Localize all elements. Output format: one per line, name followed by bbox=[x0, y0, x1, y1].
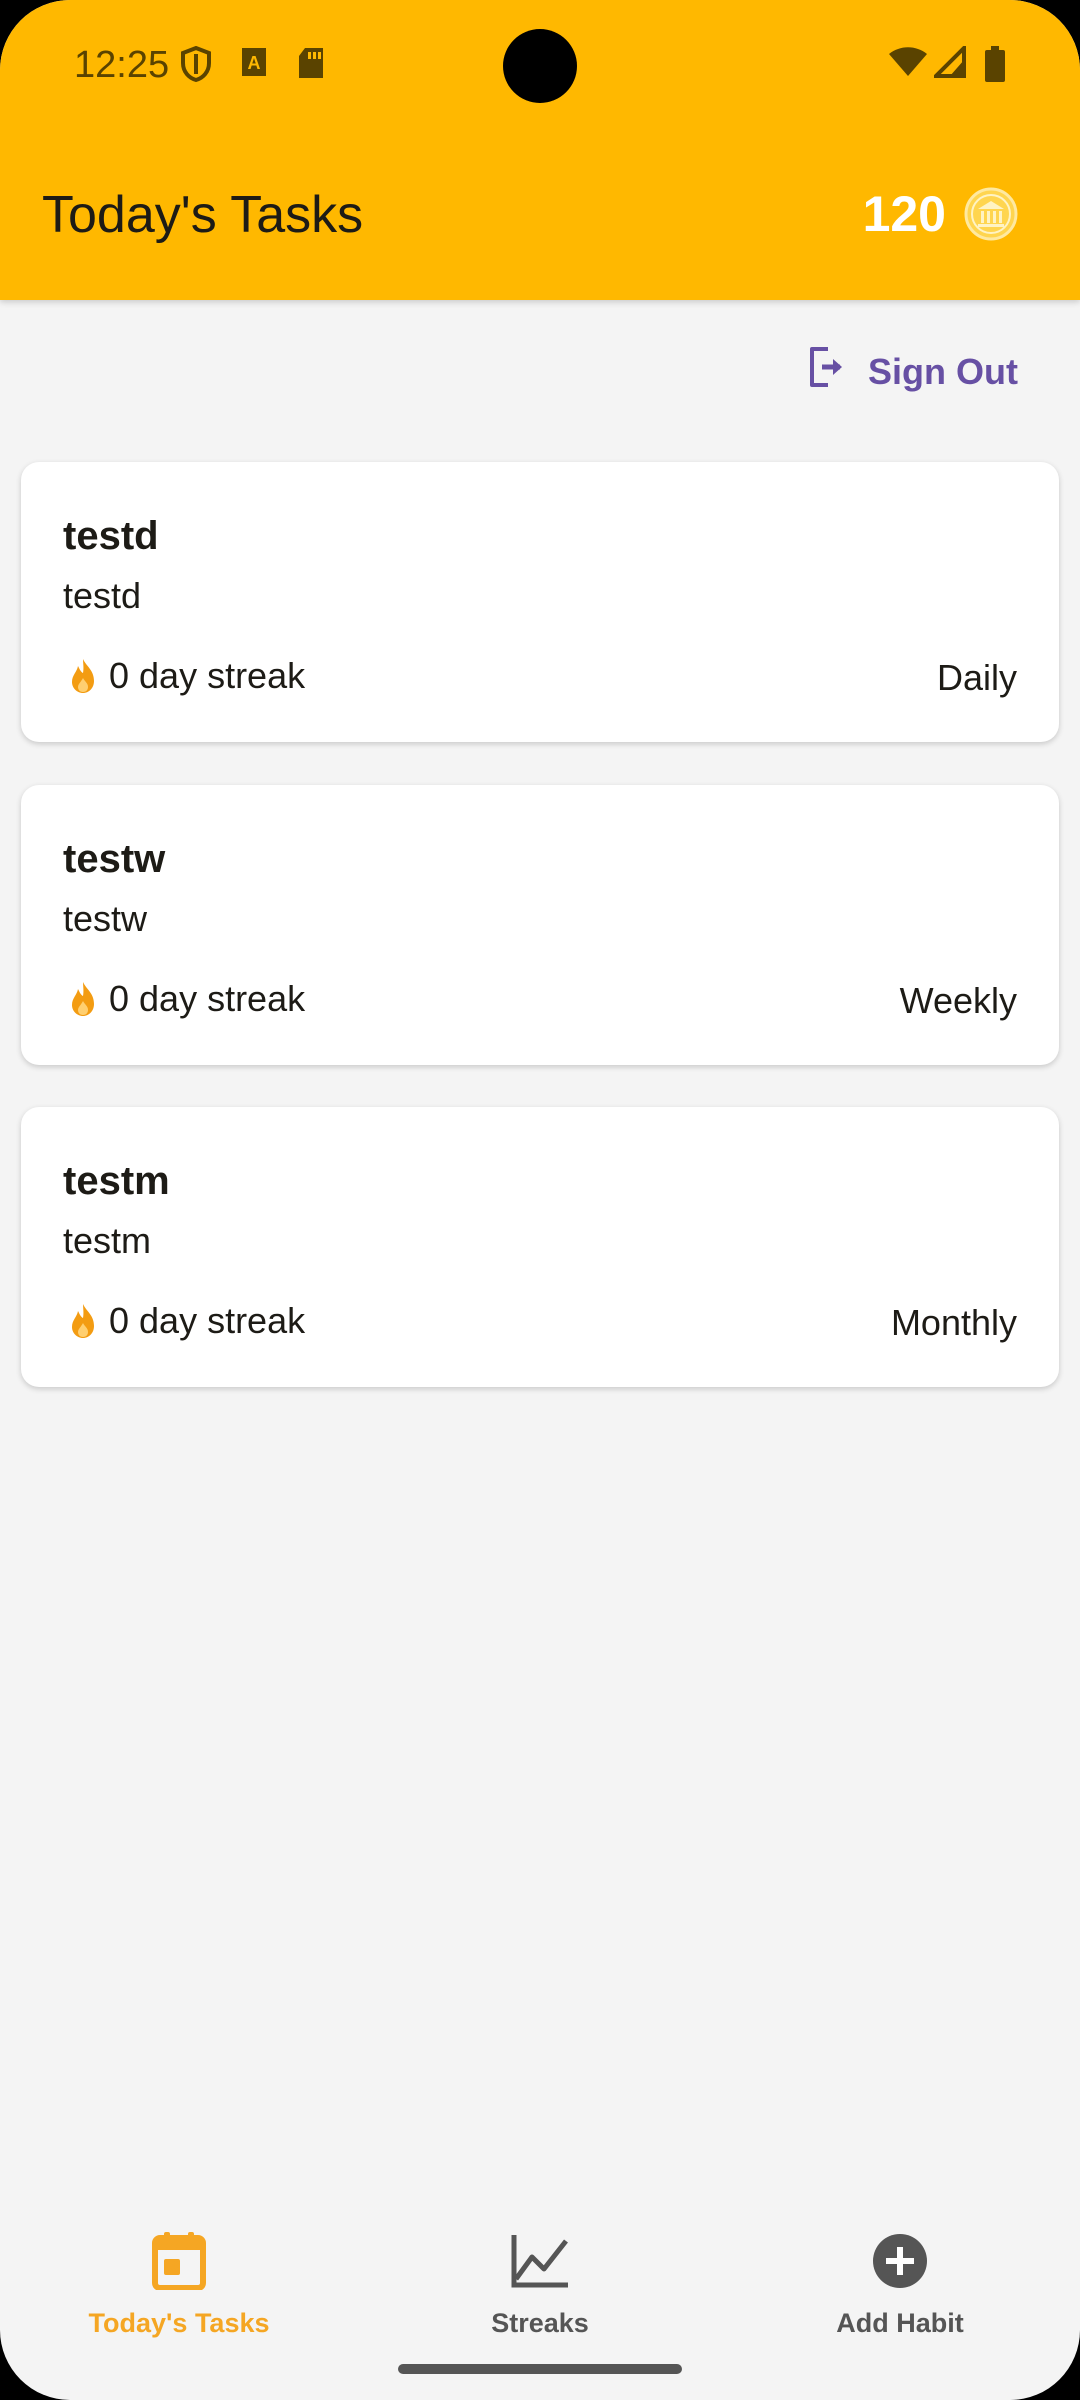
shield-icon bbox=[180, 45, 212, 87]
sign-out-button[interactable]: Sign Out bbox=[806, 345, 1018, 398]
coin-bank-icon bbox=[964, 187, 1018, 241]
calendar-icon bbox=[29, 2228, 329, 2294]
sd-card-icon bbox=[297, 46, 325, 85]
task-frequency: Weekly bbox=[899, 980, 1017, 1021]
camera-cutout bbox=[503, 29, 577, 103]
svg-text:A: A bbox=[248, 53, 261, 73]
streak-text: 0 day streak bbox=[109, 1300, 306, 1341]
status-time: 12:25 bbox=[74, 44, 170, 86]
coin-count: 120 bbox=[862, 186, 946, 242]
battery-icon bbox=[984, 46, 1006, 87]
logout-icon bbox=[806, 345, 868, 398]
nav-label: Add Habit bbox=[836, 2308, 964, 2338]
home-indicator[interactable] bbox=[398, 2364, 682, 2374]
page-title: Today's Tasks bbox=[42, 186, 364, 244]
task-streak: 0 day streak bbox=[63, 978, 305, 1020]
task-card[interactable]: testm testm 0 day streak Monthly bbox=[21, 1107, 1059, 1387]
task-title: testd bbox=[63, 514, 159, 558]
nav-label: Today's Tasks bbox=[88, 2308, 270, 2338]
task-card[interactable]: testd testd 0 day streak Daily bbox=[21, 462, 1059, 742]
coin-balance: 120 bbox=[863, 185, 1018, 243]
streak-text: 0 day streak bbox=[109, 978, 306, 1019]
task-description: testw bbox=[63, 898, 148, 939]
nav-streaks[interactable]: Streaks bbox=[390, 2228, 690, 2339]
task-streak: 0 day streak bbox=[63, 655, 305, 697]
task-card[interactable]: testw testw 0 day streak Weekly bbox=[21, 785, 1059, 1065]
top-app-bar: 12:25 A Today's Tasks 120 bbox=[0, 0, 1080, 300]
flame-icon bbox=[72, 659, 94, 693]
nav-label: Streaks bbox=[491, 2308, 589, 2338]
task-title: testm bbox=[63, 1159, 170, 1203]
streak-text: 0 day streak bbox=[109, 655, 306, 696]
task-description: testm bbox=[63, 1220, 152, 1261]
task-description: testd bbox=[63, 575, 142, 616]
task-frequency: Daily bbox=[936, 657, 1017, 698]
sign-out-label: Sign Out bbox=[868, 350, 1018, 392]
task-streak: 0 day streak bbox=[63, 1300, 305, 1342]
flame-icon bbox=[72, 982, 94, 1016]
status-bar: 12:25 A bbox=[0, 0, 1080, 130]
flame-icon bbox=[72, 1304, 94, 1338]
chart-line-icon bbox=[390, 2228, 690, 2294]
app-screen: 12:25 A Today's Tasks 120 Sign Out testd… bbox=[0, 0, 1080, 2400]
add-circle-icon bbox=[750, 2228, 1050, 2294]
wifi-icon bbox=[888, 46, 928, 83]
nav-todays-tasks[interactable]: Today's Tasks bbox=[29, 2228, 329, 2339]
task-title: testw bbox=[63, 837, 166, 881]
nav-add-habit[interactable]: Add Habit bbox=[750, 2228, 1050, 2339]
signal-icon bbox=[931, 43, 966, 83]
text-app-icon: A bbox=[240, 46, 268, 83]
task-frequency: Monthly bbox=[890, 1302, 1017, 1343]
